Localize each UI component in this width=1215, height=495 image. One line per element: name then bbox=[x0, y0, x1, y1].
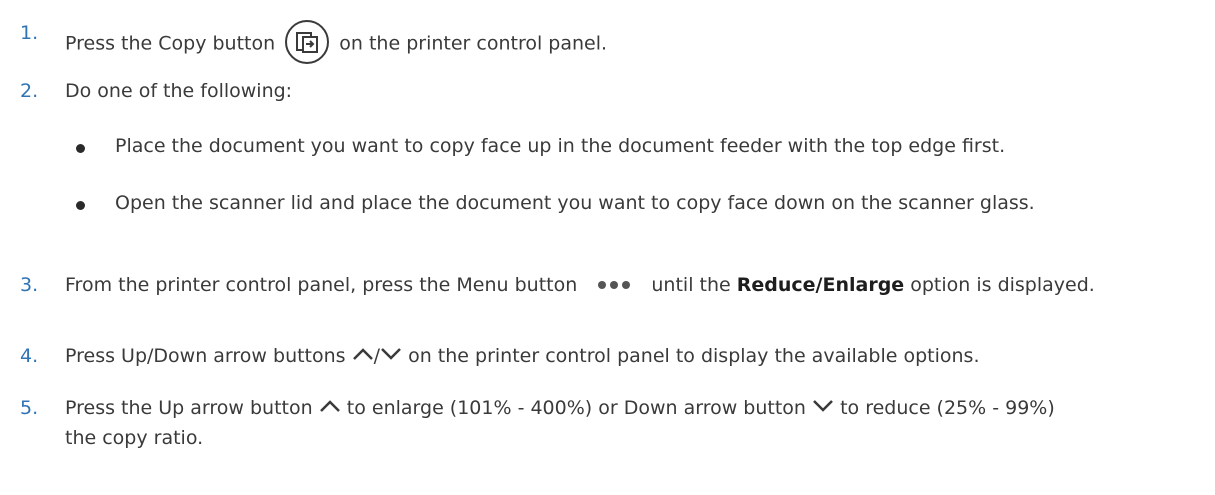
step-text: until the bbox=[651, 274, 731, 296]
down-arrow-icon bbox=[812, 396, 834, 418]
step-text: to reduce (25% - 99%) bbox=[840, 397, 1055, 419]
bullet-text: Open the scanner lid and place the docum… bbox=[115, 192, 1035, 214]
step-text: Press the Up arrow button bbox=[65, 397, 313, 419]
step-text: option is displayed. bbox=[910, 274, 1095, 296]
step-number: 5. bbox=[20, 397, 39, 419]
bullet-icon bbox=[76, 144, 85, 153]
step-text: Press Up/Down arrow buttons bbox=[65, 345, 346, 367]
step-text: Press the Copy button bbox=[65, 32, 276, 55]
step-number: 3. bbox=[20, 274, 39, 296]
bullet-text: Place the document you want to copy face… bbox=[115, 135, 1006, 157]
step-text: to enlarge (101% - 400%) or Down arrow b… bbox=[346, 397, 806, 419]
step-number: 1. bbox=[20, 22, 39, 44]
up-arrow-icon bbox=[319, 396, 341, 418]
step-number: 2. bbox=[20, 80, 39, 102]
menu-dots-icon bbox=[597, 273, 631, 295]
option-name: Reduce/Enlarge bbox=[736, 274, 905, 296]
step-text: Do one of the following: bbox=[65, 80, 293, 102]
step-text: on the printer control panel to display … bbox=[408, 345, 980, 367]
step-text-line2: the copy ratio. bbox=[65, 427, 204, 449]
step-text: From the printer control panel, press th… bbox=[65, 274, 578, 296]
step-text: on the printer control panel. bbox=[339, 32, 608, 55]
bullet-icon bbox=[76, 201, 85, 210]
down-arrow-icon bbox=[380, 344, 402, 366]
step-number: 4. bbox=[20, 345, 39, 367]
copy-icon bbox=[285, 20, 330, 64]
up-arrow-icon bbox=[352, 344, 374, 366]
